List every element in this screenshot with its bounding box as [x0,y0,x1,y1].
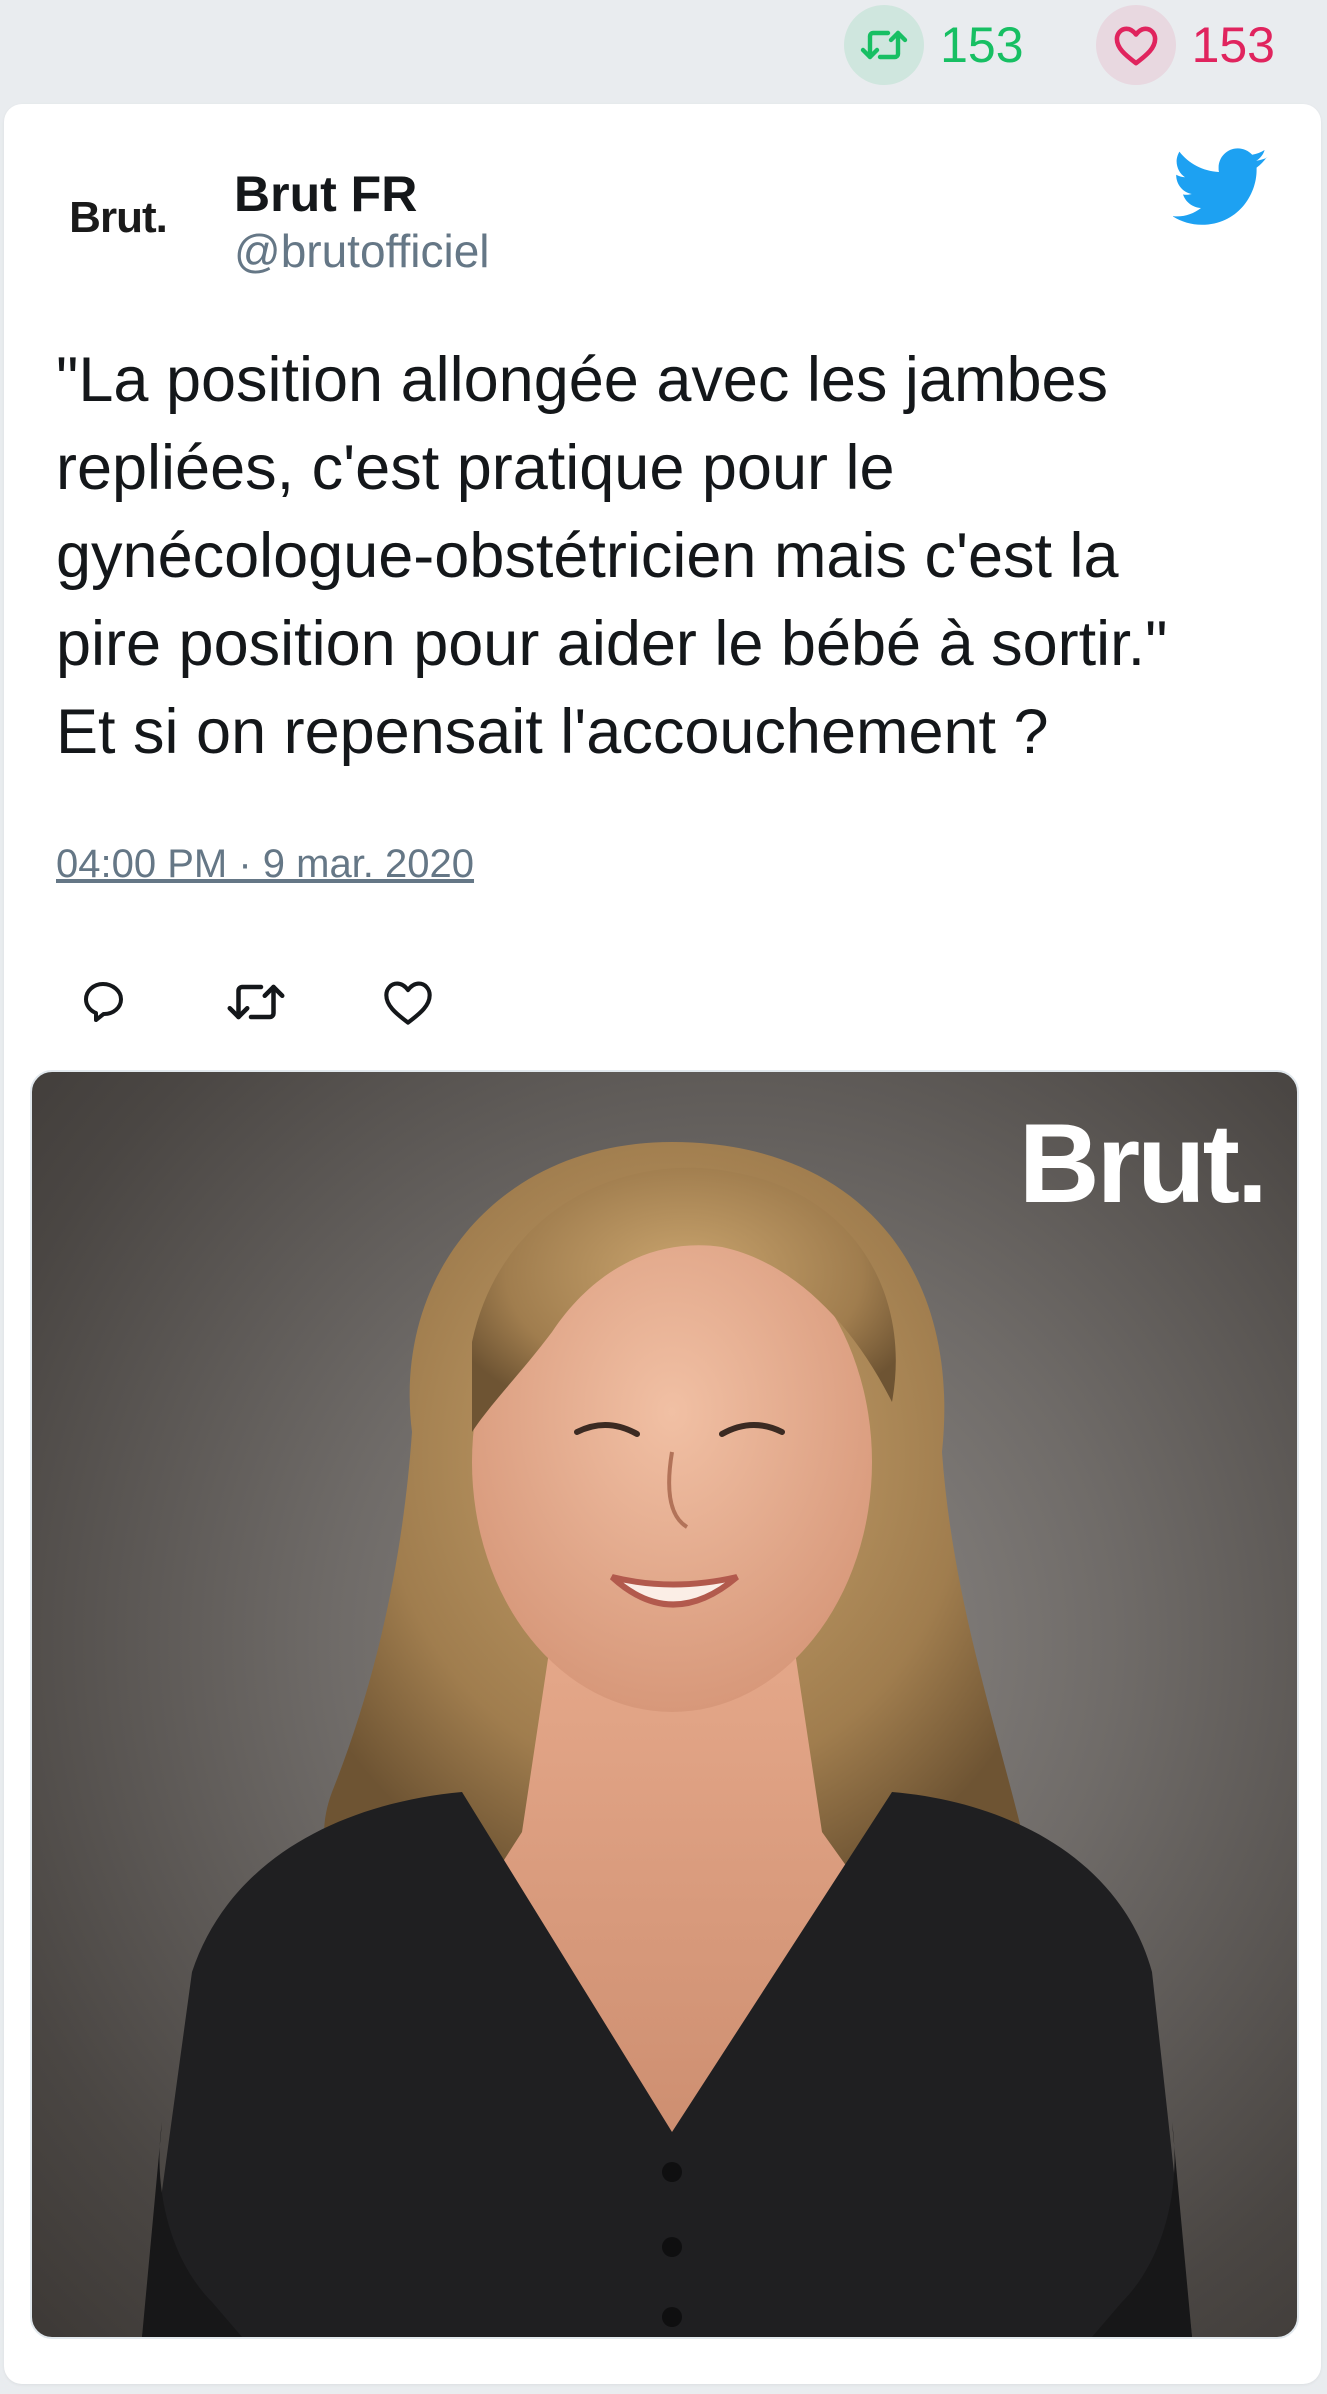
reply-icon [84,982,123,1022]
tweet-text: "La position allongée avec les jambes re… [56,345,1168,767]
retweet-count: 153 [940,17,1024,73]
retweet-icon [227,984,285,1020]
author-name[interactable]: Brut FR [234,164,417,224]
like-count: 153 [1191,17,1275,73]
heart-icon [384,981,432,1025]
retweet-icon [844,5,925,85]
heart-icon [1095,5,1176,85]
like-stat[interactable]: 153 [1095,5,1275,85]
tweet-actions [56,954,512,1050]
tweet-media-image[interactable]: Brut. [30,1070,1299,2339]
retweet-stat[interactable]: 153 [844,5,1024,85]
like-button[interactable] [360,954,456,1050]
tweet-timestamp[interactable]: 04:00 PM · 9 mar. 2020 [56,842,474,887]
retweet-button[interactable] [208,954,304,1050]
avatar[interactable]: Brut. [54,154,182,282]
tweet-header: Brut. Brut FR @brutofficiel [4,104,1321,294]
reply-button[interactable] [56,954,152,1050]
brut-logo: Brut. [69,193,168,242]
tweet-embed-page: 153 153 Brut. Brut FR @brutofficiel "La … [0,0,1327,2394]
engagement-stats: 153 153 [772,0,1327,90]
author-handle[interactable]: @brutofficiel [234,224,490,279]
media-brut-watermark: Brut. [1018,1101,1268,1226]
tweet-card: Brut. Brut FR @brutofficiel "La position… [4,104,1321,2384]
twitter-bird-icon[interactable] [1173,146,1269,230]
person-photo [142,1142,1192,2337]
